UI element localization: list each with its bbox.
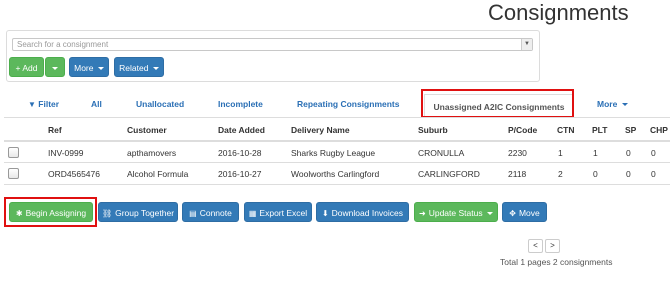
- column-header-delivery-name[interactable]: Delivery Name: [291, 125, 350, 135]
- next-page-button[interactable]: >: [545, 239, 560, 253]
- column-header-customer[interactable]: Customer: [127, 125, 167, 135]
- cell-pcode: 2118: [508, 169, 527, 179]
- table-icon: ▦: [248, 209, 257, 218]
- column-header-plt[interactable]: PLT: [592, 125, 607, 135]
- add-button-label: Add: [22, 63, 38, 73]
- cell-ref[interactable]: INV-0999: [48, 148, 83, 158]
- chevron-down-icon: [97, 67, 104, 71]
- add-dropdown-toggle[interactable]: [45, 57, 65, 77]
- row-checkbox[interactable]: [8, 168, 19, 179]
- arrow-right-icon: ➜: [419, 209, 426, 218]
- highlight-box-tab: [421, 89, 574, 118]
- tab-filter-label: Filter: [38, 99, 60, 109]
- cell-ref[interactable]: ORD4565476: [48, 169, 100, 179]
- export-excel-button[interactable]: ▦ Export Excel: [244, 202, 312, 222]
- related-button-label: Related: [119, 63, 149, 73]
- column-header-ref[interactable]: Ref: [48, 125, 62, 135]
- column-header-sp[interactable]: SP: [625, 125, 636, 135]
- cell-customer: Alcohol Formula: [127, 169, 189, 179]
- column-header-chp[interactable]: CHP: [650, 125, 668, 135]
- group-together-button[interactable]: ⛓ Group Together: [98, 202, 178, 222]
- row-divider: [4, 162, 670, 163]
- tab-incomplete[interactable]: Incomplete: [218, 99, 263, 109]
- tab-more-label: More: [597, 99, 618, 109]
- cell-ctn: 1: [558, 148, 563, 158]
- cell-chp: 0: [651, 169, 656, 179]
- cell-plt: 0: [593, 169, 598, 179]
- tab-divider: [4, 117, 670, 118]
- link-icon: ⛓: [101, 209, 113, 218]
- chevron-down-icon: [621, 103, 628, 107]
- cell-suburb: CARLINGFORD: [418, 169, 480, 179]
- update-status-button[interactable]: ➜ Update Status: [414, 202, 498, 222]
- download-icon: ⬇: [321, 209, 329, 218]
- cell-date-added: 2016-10-28: [218, 148, 262, 158]
- cell-sp: 0: [626, 169, 631, 179]
- chevron-down-icon: [52, 67, 58, 71]
- column-header-date-added[interactable]: Date Added: [218, 125, 265, 135]
- search-box[interactable]: ▼: [12, 38, 533, 51]
- cell-date-added: 2016-10-27: [218, 169, 262, 179]
- dropdown-caret-icon[interactable]: ▼: [521, 39, 532, 50]
- more-button[interactable]: More: [69, 57, 109, 77]
- cell-delivery-name: Woolworths Carlingford: [291, 169, 380, 179]
- document-icon: ▤: [189, 209, 197, 218]
- tab-all[interactable]: All: [91, 99, 102, 109]
- cell-pcode: 2230: [508, 148, 527, 158]
- related-button[interactable]: Related: [114, 57, 164, 77]
- connote-label: Connote: [199, 208, 232, 218]
- chevron-down-icon: [486, 212, 493, 216]
- column-header-ctn[interactable]: CTN: [557, 125, 574, 135]
- column-header-suburb[interactable]: Suburb: [418, 125, 448, 135]
- cell-delivery-name: Sharks Rugby League: [291, 148, 376, 158]
- page-title: Consignments: [488, 0, 629, 25]
- move-button[interactable]: ✥ Move: [502, 202, 547, 222]
- cell-customer: apthamovers: [127, 148, 177, 158]
- move-label: Move: [518, 208, 540, 218]
- update-status-label: Update Status: [428, 208, 483, 218]
- plus-icon: +: [15, 63, 21, 73]
- highlight-box-begin-assigning: [4, 197, 97, 227]
- download-invoices-button[interactable]: ⬇ Download Invoices: [316, 202, 409, 222]
- cell-suburb: CRONULLA: [418, 148, 465, 158]
- group-together-label: Group Together: [115, 208, 175, 218]
- prev-page-button[interactable]: <: [528, 239, 543, 253]
- tab-repeating-consignments[interactable]: Repeating Consignments: [297, 99, 399, 109]
- column-header-pcode[interactable]: P/Code: [508, 125, 537, 135]
- chevron-down-icon: [152, 67, 159, 71]
- more-button-label: More: [74, 63, 94, 73]
- cell-ctn: 2: [558, 169, 563, 179]
- tab-filter[interactable]: ▼ Filter: [28, 99, 59, 109]
- connote-button[interactable]: ▤ Connote: [182, 202, 239, 222]
- cell-chp: 0: [651, 148, 656, 158]
- add-button[interactable]: + Add: [9, 57, 44, 77]
- cell-plt: 1: [593, 148, 598, 158]
- header-divider: [4, 140, 670, 142]
- export-excel-label: Export Excel: [259, 208, 308, 218]
- cell-sp: 0: [626, 148, 631, 158]
- move-icon: ✥: [509, 209, 516, 218]
- pagination-info: Total 1 pages 2 consignments: [500, 257, 613, 267]
- tab-more[interactable]: More: [597, 99, 628, 109]
- download-invoices-label: Download Invoices: [331, 208, 404, 218]
- row-divider: [4, 184, 670, 185]
- filter-icon: ▼: [28, 100, 36, 109]
- row-checkbox[interactable]: [8, 147, 19, 158]
- tab-unallocated[interactable]: Unallocated: [136, 99, 184, 109]
- search-input[interactable]: [13, 39, 518, 50]
